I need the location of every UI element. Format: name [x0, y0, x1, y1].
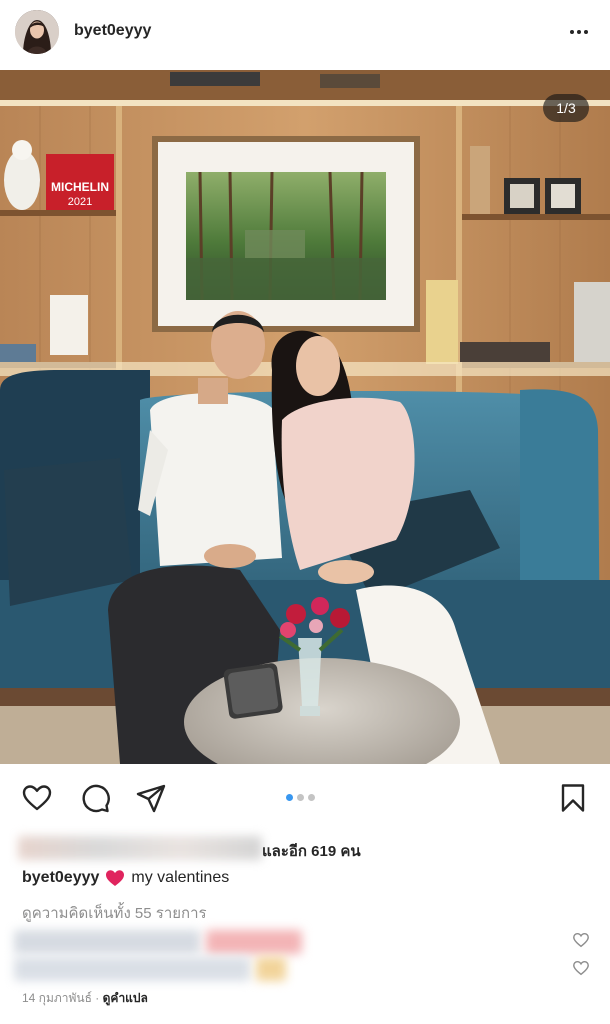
like-button[interactable] [19, 780, 55, 816]
slide-counter: 1/3 [543, 94, 589, 122]
caption-text: my valentines [131, 869, 230, 886]
carousel-indicator [286, 794, 315, 801]
comment-button[interactable] [77, 780, 113, 816]
svg-text:MICHELIN: MICHELIN [51, 180, 109, 194]
post-date: 14 กุมภาพันธ์ [22, 991, 92, 1005]
comment-redacted [14, 957, 294, 981]
comment-like-heart-icon[interactable] [572, 959, 590, 977]
likes-count[interactable]: และอีก 619 คน [262, 839, 361, 863]
caption: byet0eyyy my valentines [22, 869, 229, 887]
see-translation-link[interactable]: ดูคำแปล [103, 991, 148, 1005]
meta-separator: · [91, 991, 103, 1005]
post-username[interactable]: byet0eyyy [74, 22, 151, 40]
comment-bubble-icon [82, 784, 110, 813]
paper-plane-icon [136, 784, 166, 813]
comment-like-heart-icon[interactable] [572, 931, 590, 949]
carousel-dot [297, 794, 304, 801]
more-options-icon[interactable] [566, 20, 592, 44]
post-photo[interactable]: MICHELIN 2021 [0, 70, 610, 764]
share-button[interactable] [133, 780, 169, 816]
avatar[interactable] [15, 10, 59, 54]
svg-text:2021: 2021 [68, 196, 92, 208]
bookmark-icon [561, 784, 585, 812]
liked-by-redacted [18, 834, 262, 862]
carousel-dot [308, 794, 315, 801]
save-button[interactable] [555, 780, 591, 816]
photo-scene: MICHELIN 2021 [0, 70, 610, 764]
red-heart-icon [106, 870, 125, 886]
post-header: byet0eyyy [0, 0, 610, 66]
comment-redacted [14, 930, 314, 954]
carousel-dot-active [286, 794, 293, 801]
profile-photo-icon [15, 10, 59, 54]
heart-outline-icon [22, 785, 52, 811]
caption-username[interactable]: byet0eyyy [22, 869, 99, 887]
post-meta: 14 กุมภาพันธ์ · ดูคำแปล [22, 989, 148, 1008]
view-all-comments-link[interactable]: ดูความคิดเห็นทั้ง 55 รายการ [22, 901, 207, 925]
